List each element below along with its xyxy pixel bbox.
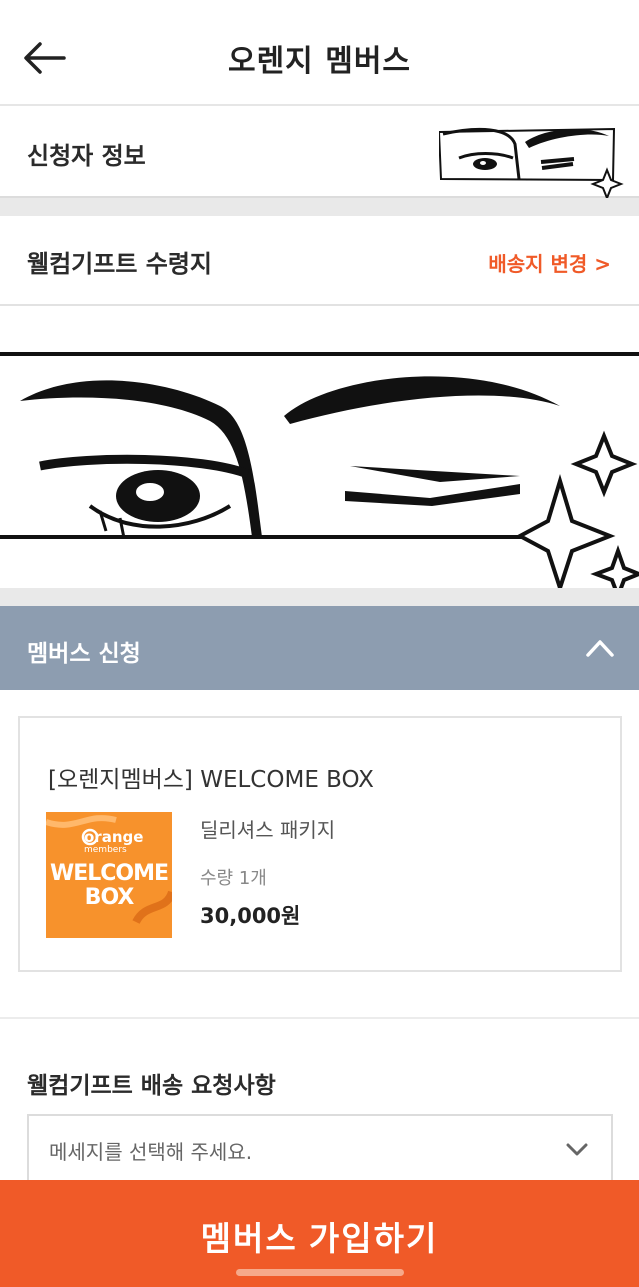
product-quantity: 수량 1개 <box>200 868 267 889</box>
divider <box>0 1017 639 1019</box>
delivery-message-placeholder: 메세지를 선택해 주세요. <box>49 1140 253 1164</box>
delivery-request-title: 웰컴기프트 배송 요청사항 <box>27 1073 276 1099</box>
chevron-down-icon <box>566 1143 588 1156</box>
product-title: [오렌지멤버스] WELCOME BOX <box>48 767 374 793</box>
thumbnail-brand: orange <box>84 828 144 846</box>
join-membership-label: 멤버스 가입하기 <box>200 1220 439 1257</box>
membership-section-header[interactable]: 멤버스 신청 <box>0 606 639 690</box>
change-address-link[interactable]: 배송지 변경 > <box>488 248 611 277</box>
section-spacer <box>0 198 639 216</box>
membership-section-title: 멤버스 신청 <box>27 641 141 667</box>
product-price: 30,000원 <box>200 904 301 928</box>
home-indicator <box>236 1269 404 1276</box>
page-title: 오렌지 멤버스 <box>227 44 412 79</box>
product-package-name: 딜리셔스 패키지 <box>200 818 336 842</box>
product-card: [오렌지멤버스] WELCOME BOX orange members WELC… <box>18 716 622 972</box>
comic-eyes-image <box>0 306 639 588</box>
thumbnail-subtitle: members <box>84 845 127 855</box>
thumbnail-title: WELCOME BOX <box>49 861 169 911</box>
gift-address-row: 웰컴기프트 수령지 배송지 변경 > <box>0 216 639 306</box>
chevron-up-icon[interactable] <box>585 636 615 658</box>
comic-eyes-sticker <box>439 127 624 201</box>
top-bar: 오렌지 멤버스 <box>0 0 639 106</box>
gift-address-label: 웰컴기프트 수령지 <box>27 250 212 278</box>
welcome-box-thumbnail: orange members WELCOME BOX <box>46 812 172 938</box>
applicant-info-row[interactable]: 신청자 정보 <box>0 106 639 201</box>
applicant-info-label: 신청자 정보 <box>27 142 146 170</box>
section-spacer <box>0 588 639 606</box>
delivery-message-select[interactable]: 메세지를 선택해 주세요. <box>27 1114 613 1184</box>
